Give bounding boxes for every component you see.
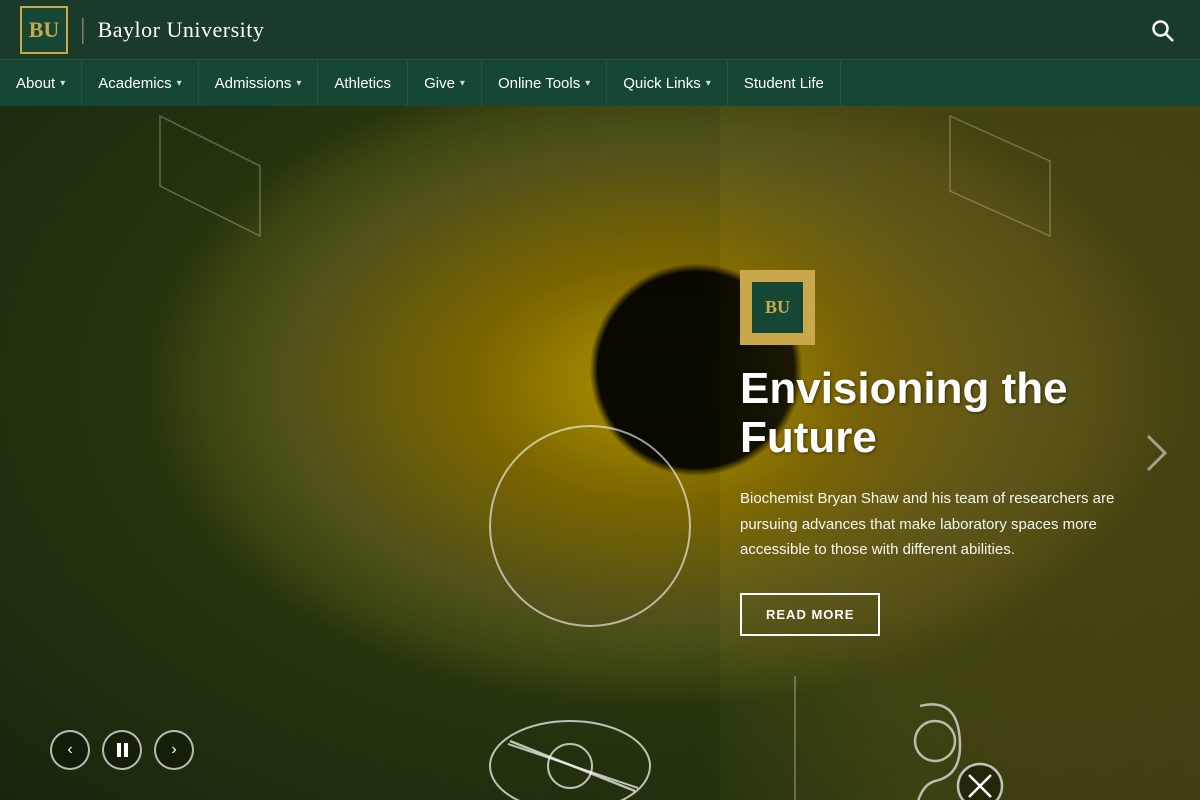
hero-content-panel: BU Envisioning the Future Biochemist Bry… [710, 106, 1200, 800]
nav-item-about[interactable]: About ▾ [0, 60, 82, 106]
chevron-down-icon: ▾ [706, 78, 711, 89]
logo-divider: | [80, 14, 86, 46]
hero-section: BU Envisioning the Future Biochemist Bry… [0, 106, 1200, 800]
hero-logo-badge: BU [740, 270, 815, 345]
pause-bar-right [124, 743, 128, 757]
nav-item-academics[interactable]: Academics ▾ [82, 60, 198, 106]
nav-item-quick-links[interactable]: Quick Links ▾ [607, 60, 728, 106]
logo-area[interactable]: BU | Baylor University [20, 6, 264, 54]
chevron-down-icon: ▾ [460, 78, 465, 89]
site-header: BU | Baylor University [0, 0, 1200, 60]
nav-item-admissions[interactable]: Admissions ▾ [199, 60, 319, 106]
slide-prev-button[interactable]: ‹ [50, 730, 90, 770]
chevron-down-icon: ▾ [296, 78, 301, 89]
chevron-left-icon: ‹ [67, 741, 72, 759]
nav-item-give[interactable]: Give ▾ [408, 60, 482, 106]
slide-next-button[interactable]: › [154, 730, 194, 770]
chevron-right-icon: › [171, 741, 176, 759]
hero-bu-badge: BU [750, 280, 805, 335]
read-more-button[interactable]: READ MORE [740, 593, 880, 636]
chevron-down-icon: ▾ [60, 78, 65, 89]
nav-item-online-tools[interactable]: Online Tools ▾ [482, 60, 607, 106]
hero-title: Envisioning the Future [740, 365, 1150, 462]
nav-item-athletics[interactable]: Athletics [318, 60, 408, 106]
main-nav: About ▾ Academics ▾ Admissions ▾ Athleti… [0, 60, 1200, 106]
pause-bar-left [117, 743, 121, 757]
logo-bu-badge: BU [20, 6, 68, 54]
slide-controls: ‹ › [50, 730, 194, 770]
slide-pause-button[interactable] [102, 730, 142, 770]
chevron-down-icon: ▾ [585, 78, 590, 89]
search-icon [1150, 18, 1174, 42]
chevron-down-icon: ▾ [177, 78, 182, 89]
hero-description: Biochemist Bryan Shaw and his team of re… [740, 486, 1150, 563]
search-button[interactable] [1144, 12, 1180, 48]
university-name: Baylor University [98, 17, 265, 43]
nav-item-student-life[interactable]: Student Life [728, 60, 841, 106]
